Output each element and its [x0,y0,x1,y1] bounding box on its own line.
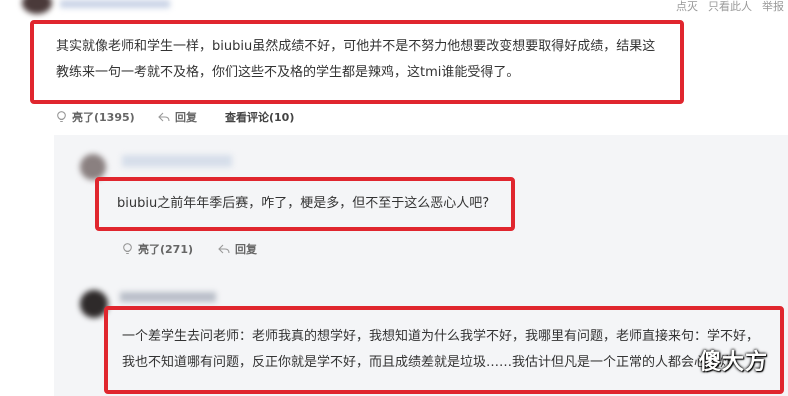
like-button[interactable]: 亮了(271) [122,241,193,257]
comment-text: 其实就像老师和学生一样，biubiu虽然成绩不好，可他并不是不努力他想要改变想要… [56,39,656,80]
lightbulb-icon [122,243,133,255]
comment-main: 其实就像老师和学生一样，biubiu虽然成绩不好，可他并不是不努力他想要改变想要… [30,20,684,104]
reply-text: 一个差学生去问老师：老师我真的想学好，我想知道为什么我学不好，我哪里有问题，老师… [122,329,760,370]
dislike-link[interactable]: 点灭 [676,0,698,14]
reply-icon [218,244,230,254]
reply-item: 一个差学生去问老师：老师我真的想学好，我想知道为什么我学不好，我哪里有问题，老师… [104,306,784,394]
like-button[interactable]: 亮了(1395) [56,109,135,125]
comment-actions: 点灭 只看此人 举报 [676,0,784,14]
view-replies-link[interactable]: 查看评论(10) [225,109,294,125]
reply-text: biubiu之前年年季后赛，咋了，梗是多，但不至于这么恶心人吧? [117,196,490,211]
username-blurred [60,0,170,8]
report-link[interactable]: 举报 [762,0,784,14]
reply-label: 回复 [175,111,197,124]
only-this-user-link[interactable]: 只看此人 [708,0,752,14]
lightbulb-icon [56,111,67,123]
reply-label: 回复 [235,243,257,256]
like-count: 亮了(1395) [72,111,135,124]
reply-icon [158,112,170,122]
avatar[interactable] [22,0,52,14]
reply-item: biubiu之前年年季后赛，咋了，梗是多，但不至于这么恶心人吧? [95,177,515,231]
watermark: 傻大方 [698,350,768,375]
reply-button[interactable]: 回复 [158,109,197,125]
like-count: 亮了(271) [138,243,194,256]
view-replies-label: 查看评论(10) [225,111,295,124]
username-blurred [120,292,216,302]
username-blurred [122,155,232,167]
reply-button[interactable]: 回复 [218,241,257,257]
